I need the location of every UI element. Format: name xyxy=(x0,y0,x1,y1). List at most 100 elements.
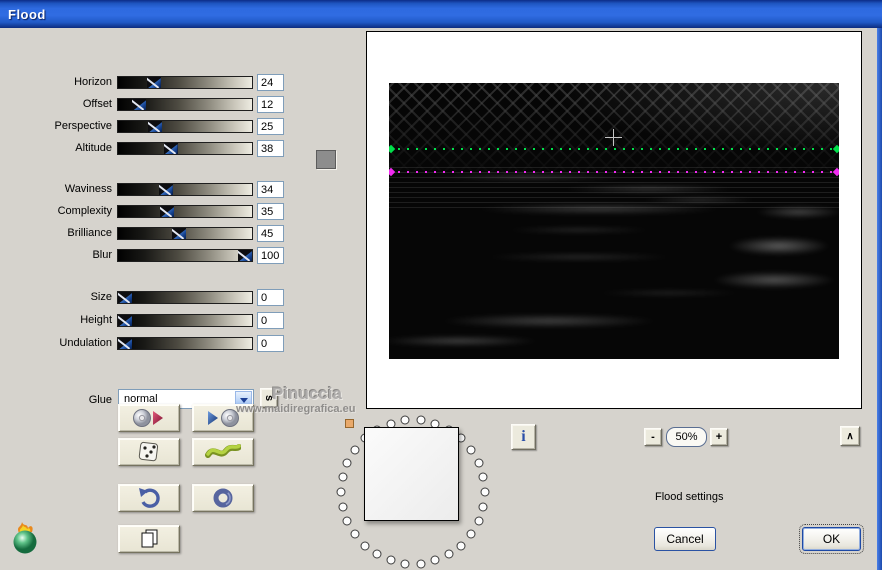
preset-dot[interactable] xyxy=(336,487,346,497)
slider-value-undulation[interactable] xyxy=(257,335,284,352)
water-streak xyxy=(569,288,769,298)
slider-row: Blur xyxy=(0,247,300,266)
preset-dot[interactable] xyxy=(338,502,348,512)
offset-guide-line[interactable] xyxy=(389,171,839,173)
slider-thumb-undulation[interactable] xyxy=(118,338,132,349)
slider-track-complexity[interactable] xyxy=(117,205,253,218)
slider-track-blur[interactable] xyxy=(117,249,253,262)
glue-sync-button[interactable]: s xyxy=(260,388,278,408)
slider-thumb-altitude[interactable] xyxy=(163,143,178,154)
slider-value-complexity[interactable] xyxy=(257,203,284,220)
preset-dot[interactable] xyxy=(466,445,476,455)
slider-row: Undulation xyxy=(0,335,300,354)
slider-value-waviness[interactable] xyxy=(257,181,284,198)
preset-dot[interactable] xyxy=(400,415,410,425)
slider-track-brilliance[interactable] xyxy=(117,227,253,240)
undo-button[interactable] xyxy=(118,484,180,512)
ring-button[interactable] xyxy=(192,484,254,512)
water-streak xyxy=(709,233,839,259)
slider-track-altitude[interactable] xyxy=(117,142,253,155)
slider-row: Offset xyxy=(0,96,300,115)
slider-value-height[interactable] xyxy=(257,312,284,329)
slider-row: Altitude xyxy=(0,140,300,159)
preset-marker[interactable] xyxy=(345,419,354,428)
preset-dot[interactable] xyxy=(478,502,488,512)
info-icon: i xyxy=(521,428,526,445)
slider-label: Blur xyxy=(92,249,112,261)
slider-value-blur[interactable] xyxy=(257,247,284,264)
water-streak xyxy=(739,203,839,221)
preset-dot[interactable] xyxy=(360,541,370,550)
slider-label: Waviness xyxy=(64,183,112,195)
zoom-out-button[interactable]: - xyxy=(644,428,662,446)
preset-dot[interactable] xyxy=(444,549,454,559)
slider-row: Brilliance xyxy=(0,225,300,244)
preset-dot[interactable] xyxy=(342,458,352,468)
slider-rows: Horizon Offset Perspective Altitude Wavi… xyxy=(0,28,320,358)
slider-row: Horizon xyxy=(0,74,300,93)
slider-track-waviness[interactable] xyxy=(117,183,253,196)
slider-thumb-offset[interactable] xyxy=(132,99,147,110)
ok-button[interactable]: OK xyxy=(799,524,864,554)
slider-thumb-brilliance[interactable] xyxy=(172,228,186,239)
preset-dot[interactable] xyxy=(416,415,426,425)
preset-dot[interactable] xyxy=(478,472,488,482)
horizon-guide-line[interactable] xyxy=(389,148,839,150)
slider-label: Size xyxy=(90,291,112,303)
slider-thumb-waviness[interactable] xyxy=(158,184,173,195)
slider-value-size[interactable] xyxy=(257,289,284,306)
slider-track-horizon[interactable] xyxy=(117,76,253,89)
slider-row: Height xyxy=(0,312,300,331)
preset-dot[interactable] xyxy=(480,487,490,497)
slider-thumb-horizon[interactable] xyxy=(146,77,161,88)
info-button[interactable]: i xyxy=(511,424,536,450)
slider-label: Undulation xyxy=(59,337,112,349)
preset-dot[interactable] xyxy=(350,445,360,455)
slider-value-brilliance[interactable] xyxy=(257,225,284,242)
preset-dot[interactable] xyxy=(456,541,466,550)
slider-thumb-size[interactable] xyxy=(118,292,132,303)
zoom-in-button[interactable]: + xyxy=(710,428,728,446)
slider-track-size[interactable] xyxy=(117,291,253,304)
gentle-random-button[interactable] xyxy=(192,438,254,466)
water-color-swatch[interactable] xyxy=(316,150,336,169)
preset-dot[interactable] xyxy=(430,555,440,565)
slider-track-perspective[interactable] xyxy=(117,120,253,133)
glue-label: Glue xyxy=(88,394,112,406)
slider-value-offset[interactable] xyxy=(257,96,284,113)
slider-value-horizon[interactable] xyxy=(257,74,284,91)
slider-track-height[interactable] xyxy=(117,314,253,327)
slider-track-offset[interactable] xyxy=(117,98,253,111)
slider-thumb-blur[interactable] xyxy=(238,250,252,261)
crosshair-icon[interactable] xyxy=(605,129,622,146)
preset-dot[interactable] xyxy=(338,472,348,482)
slider-thumb-height[interactable] xyxy=(118,315,132,326)
preview-thumbnail[interactable] xyxy=(364,427,459,521)
water-streak xyxy=(479,225,679,235)
preset-dot[interactable] xyxy=(466,529,476,539)
preset-dot[interactable] xyxy=(416,559,426,569)
preset-dot[interactable] xyxy=(350,529,360,539)
preset-dot[interactable] xyxy=(474,516,484,526)
preset-dot[interactable] xyxy=(400,559,410,569)
slider-value-altitude[interactable] xyxy=(257,140,284,157)
preset-dot[interactable] xyxy=(386,555,396,565)
load-preset-button[interactable] xyxy=(118,404,180,432)
slider-track-undulation[interactable] xyxy=(117,337,253,350)
water-streak xyxy=(529,183,769,195)
slider-value-perspective[interactable] xyxy=(257,118,284,135)
preset-dot[interactable] xyxy=(474,458,484,468)
collapse-button[interactable]: ∧ xyxy=(840,426,860,446)
randomize-button[interactable] xyxy=(118,438,180,466)
save-preset-button[interactable] xyxy=(192,404,254,432)
titlebar: Flood xyxy=(0,0,882,28)
copy-settings-button[interactable] xyxy=(118,525,180,553)
preview-image[interactable] xyxy=(389,83,839,359)
slider-thumb-complexity[interactable] xyxy=(160,206,174,217)
slider-thumb-perspective[interactable] xyxy=(148,121,162,132)
zoom-level-display[interactable]: 50% xyxy=(666,427,707,447)
preset-dot[interactable] xyxy=(372,549,382,559)
preset-dot[interactable] xyxy=(342,516,352,526)
slider-label: Altitude xyxy=(75,142,112,154)
cancel-button[interactable]: Cancel xyxy=(654,527,716,551)
